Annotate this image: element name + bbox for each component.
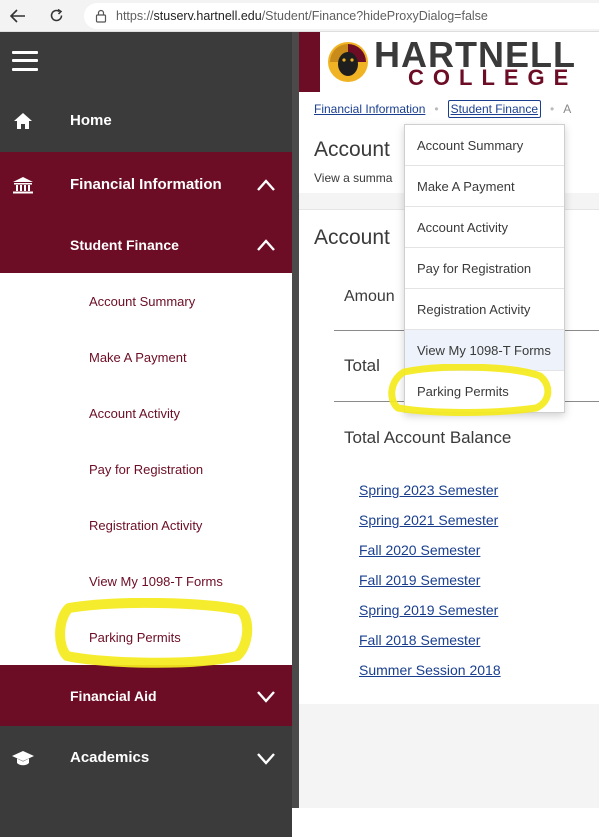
chevron-up-icon [257,178,275,191]
browser-toolbar: https://stuserv.hartnell.edu/Student/Fin… [0,0,599,32]
sidebar-subitem-registration-activity[interactable]: Registration Activity [0,497,292,553]
sidebar-item-label: Financial Information [70,176,222,193]
sidebar-item-academics[interactable]: Academics [0,726,292,789]
term-link[interactable]: Summer Session 2018 [359,662,501,692]
college-logo[interactable]: HARTNELL COLLEGE [320,32,599,92]
sidebar-subitem-parking-permits[interactable]: Parking Permits [0,609,292,665]
url-path: /Student/Finance?hideProxyDialog=false [261,8,488,23]
breadcrumb: Financial Information • Student Finance … [299,92,599,126]
address-bar[interactable]: https://stuserv.hartnell.edu/Student/Fin… [84,2,599,29]
sidebar-item-label: Student Finance [70,237,179,253]
total-account-balance-label: Total Account Balance [344,428,512,447]
sidebar-item-student-finance[interactable]: Student Finance [0,217,292,273]
sidebar-footer [0,789,292,837]
chevron-down-icon [257,752,275,765]
sidebar-subitem-account-activity[interactable]: Account Activity [0,385,292,441]
card-title: Account [314,226,390,249]
term-link[interactable]: Fall 2018 Semester [359,632,501,662]
amount-label: Amoun [344,288,395,305]
graduation-cap-icon [12,750,34,765]
sidebar-header [0,32,292,89]
url-host: stuserv.hartnell.edu [153,8,262,23]
dropdown-item-pay-for-registration[interactable]: Pay for Registration [405,248,564,289]
arrow-left-icon [10,8,25,23]
sidebar-subitem-1098t-forms[interactable]: View My 1098-T Forms [0,553,292,609]
sidebar-item-label: Home [70,112,112,129]
dropdown-item-account-summary[interactable]: Account Summary [405,125,564,166]
sidebar-scrollbar[interactable] [292,32,299,808]
chevron-down-icon [257,690,275,703]
term-link[interactable]: Spring 2023 Semester [359,482,501,512]
breadcrumb-separator: • [550,102,555,116]
term-link[interactable]: Spring 2021 Semester [359,512,501,542]
lock-icon [95,9,107,23]
url-prefix: https:// [116,8,154,23]
term-link[interactable]: Fall 2019 Semester [359,572,501,602]
student-finance-dropdown: Account Summary Make A Payment Account A… [404,124,565,413]
home-icon [14,112,32,129]
dropdown-item-account-activity[interactable]: Account Activity [405,207,564,248]
sidebar-item-label: Academics [70,749,150,766]
panther-crest-icon [328,42,368,82]
student-finance-submenu: Account Summary Make A Payment Account A… [0,273,292,665]
header-banner: HARTNELL COLLEGE [299,32,599,92]
sidebar-item-label: Financial Aid [70,687,157,704]
total-label: Total [344,356,380,375]
sidebar-subitem-make-a-payment[interactable]: Make A Payment [0,329,292,385]
term-link[interactable]: Fall 2020 Semester [359,542,501,572]
reload-icon [50,8,62,22]
sidebar-item-home[interactable]: Home [0,89,292,152]
bank-icon [13,176,33,193]
hamburger-icon[interactable] [12,50,38,71]
dropdown-item-parking-permits[interactable]: Parking Permits [405,371,564,412]
back-button[interactable] [6,4,30,28]
dropdown-item-registration-activity[interactable]: Registration Activity [405,289,564,330]
sidebar-subitem-account-summary[interactable]: Account Summary [0,273,292,329]
breadcrumb-next[interactable]: A [563,102,571,116]
breadcrumb-financial-information[interactable]: Financial Information [314,102,425,116]
sidebar-item-financial-aid[interactable]: Financial Aid [0,665,292,726]
page-title: Account [314,138,390,161]
logo-wordmark-bottom: COLLEGE [408,65,578,90]
chevron-up-icon [257,239,275,251]
sidebar-item-financial-information[interactable]: Financial Information [0,152,292,217]
page-subtitle: View a summa [314,171,393,185]
term-link[interactable]: Spring 2019 Semester [359,602,501,632]
sidebar: Home Financial Information Student Finan… [0,32,292,837]
term-list: Spring 2023 Semester Spring 2021 Semeste… [359,482,501,692]
reload-button[interactable] [44,4,68,28]
dropdown-item-make-a-payment[interactable]: Make A Payment [405,166,564,207]
sidebar-subitem-pay-for-registration[interactable]: Pay for Registration [0,441,292,497]
breadcrumb-student-finance[interactable]: Student Finance [447,100,541,118]
breadcrumb-separator: • [434,102,439,116]
dropdown-item-1098t-forms[interactable]: View My 1098-T Forms [405,330,564,371]
